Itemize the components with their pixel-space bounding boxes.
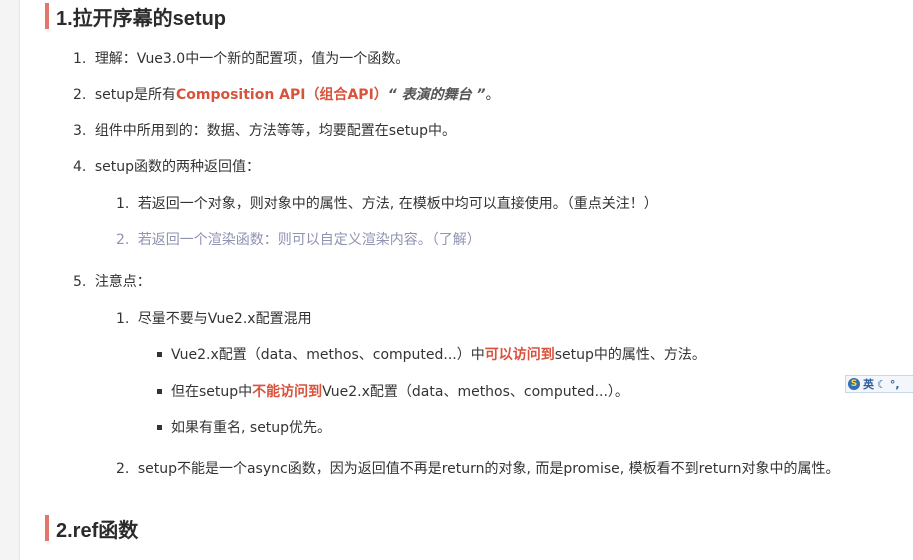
- list-text: 注意点：: [94, 274, 151, 290]
- bullet-item: 但在setup中不能访问到Vue2.x配置（data、methos、comput…: [157, 382, 629, 402]
- sub-list-item: 2. setup不能是一个async函数，因为返回值不再是return的对象, …: [116, 459, 839, 479]
- list-number: 4.: [73, 159, 87, 175]
- bullet-icon: [157, 351, 162, 357]
- list-number: 2.: [116, 461, 130, 477]
- bullet-item: Vue2.x配置（data、methos、computed...）中可以访问到s…: [157, 345, 706, 365]
- bullet-text: 如果有重名, setup优先。: [171, 420, 332, 436]
- moon-icon[interactable]: ☾: [877, 378, 887, 391]
- list-number: 2.: [73, 87, 87, 103]
- heading-accent-bar: [45, 515, 49, 541]
- highlight-text: 可以访问到: [484, 347, 555, 363]
- emphasis-text: “ 表演的舞台 ”: [387, 87, 486, 103]
- list-text: 组件中所用到的：数据、方法等等，均要配置在setup中。: [94, 123, 456, 139]
- list-text: setup不能是一个async函数，因为返回值不再是return的对象, 而是p…: [137, 461, 840, 477]
- sub-list-item: 1. 尽量不要与Vue2.x配置混用: [116, 309, 312, 329]
- section-heading-ref: 2.ref函数: [45, 514, 138, 542]
- heading-text: 2.ref函数: [56, 519, 139, 542]
- list-text: 理解：Vue3.0中一个新的配置项，值为一个函数。: [94, 51, 410, 67]
- punctuation-icon[interactable]: °,: [890, 378, 900, 391]
- list-item: 2. setup是所有Composition API（组合API）“ 表演的舞台…: [73, 85, 500, 105]
- heading-text: 1.拉开序幕的setup: [56, 7, 227, 30]
- list-number: 5.: [73, 274, 87, 290]
- highlight-text: Composition API（组合API）: [175, 87, 388, 103]
- list-number: 1.: [116, 311, 130, 327]
- input-method-icon[interactable]: S: [848, 378, 860, 390]
- input-method-toolbar[interactable]: S 英 ☾ °,: [845, 375, 913, 393]
- bullet-icon: [157, 424, 162, 430]
- heading-accent-bar: [45, 3, 49, 29]
- list-item: 4. setup函数的两种返回值：: [73, 157, 260, 177]
- list-item: 3. 组件中所用到的：数据、方法等等，均要配置在setup中。: [73, 121, 456, 141]
- list-item: 5. 注意点：: [73, 272, 151, 292]
- list-text: setup函数的两种返回值：: [94, 159, 260, 175]
- ime-language-toggle[interactable]: 英: [863, 376, 874, 392]
- list-text: 若返回一个渲染函数：则可以自定义渲染内容。（了解）: [137, 232, 481, 248]
- bullet-text: Vue2.x配置（data、methos、computed...）。: [322, 384, 629, 400]
- list-number: 1.: [73, 51, 87, 67]
- left-gutter: [0, 0, 20, 560]
- highlight-text: 不能访问到: [252, 384, 323, 400]
- bullet-item: 如果有重名, setup优先。: [157, 418, 331, 438]
- list-item: 1. 理解：Vue3.0中一个新的配置项，值为一个函数。: [73, 49, 409, 69]
- bullet-icon: [157, 388, 162, 394]
- bullet-text: setup中的属性、方法。: [554, 347, 706, 363]
- list-number: 1.: [116, 196, 130, 212]
- list-text: setup是所有: [94, 87, 176, 103]
- bullet-text: Vue2.x配置（data、methos、computed...）中: [171, 347, 485, 363]
- sub-list-item: 2. 若返回一个渲染函数：则可以自定义渲染内容。（了解）: [116, 230, 481, 250]
- list-text: 若返回一个对象，则对象中的属性、方法, 在模板中均可以直接使用。（重点关注！）: [137, 196, 658, 212]
- list-text: 。: [485, 87, 500, 103]
- list-number: 2.: [116, 232, 130, 248]
- list-number: 3.: [73, 123, 87, 139]
- list-text: 尽量不要与Vue2.x配置混用: [137, 311, 312, 327]
- bullet-text: 但在setup中: [171, 384, 253, 400]
- sub-list-item: 1. 若返回一个对象，则对象中的属性、方法, 在模板中均可以直接使用。（重点关注…: [116, 194, 658, 214]
- section-heading-setup: 1.拉开序幕的setup: [45, 2, 226, 30]
